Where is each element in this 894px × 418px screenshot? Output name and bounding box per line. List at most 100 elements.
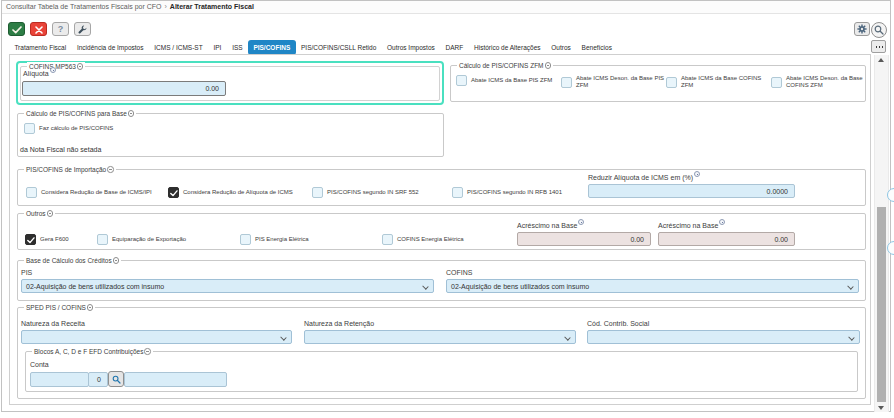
pis-cofins-in-srf-552-label: PIS/COFINS segundo IN SRF 552 bbox=[327, 189, 419, 196]
natureza-receita-select[interactable] bbox=[21, 330, 292, 344]
scroll-up-icon[interactable] bbox=[878, 58, 884, 62]
tab-darf[interactable]: DARF bbox=[440, 40, 468, 55]
tab-pis-cofins-csll-retido[interactable]: PIS/COFINS/CSLL Retido bbox=[296, 40, 382, 55]
equiparacao-exportacao-label: Equiparação de Exportação bbox=[112, 236, 186, 243]
field-help-icon[interactable] bbox=[694, 171, 700, 177]
help-button[interactable]: ? bbox=[52, 22, 69, 36]
pis-cofins-in-srf-552-checkbox[interactable] bbox=[312, 187, 323, 198]
close-icon bbox=[35, 20, 43, 38]
reducao-aliquota-icms-label: Considera Redução de Alíquota de ICMS bbox=[183, 189, 293, 196]
collapse-icon[interactable] bbox=[87, 304, 94, 311]
pis-energia-eletrica-label: PIS Energia Elétrica bbox=[255, 236, 309, 243]
group-zfm-title: Cálculo de PIS/COFINS ZFM bbox=[459, 61, 544, 70]
breadcrumb: Consultar Tabela de Tratamentos Fiscais … bbox=[2, 1, 890, 14]
scroll-down-icon[interactable] bbox=[878, 406, 884, 410]
chevron-down-icon bbox=[564, 334, 570, 340]
cofins-energia-eletrica-label: COFINS Energia Elétrica bbox=[397, 236, 464, 243]
creditos-cofins-label: COFINS bbox=[446, 269, 472, 277]
pis-cofins-in-rfb-1401-checkbox[interactable] bbox=[452, 187, 463, 198]
settings-button[interactable] bbox=[854, 22, 870, 36]
conta-search-button[interactable] bbox=[108, 371, 124, 387]
tab-pis-cofins[interactable]: PIS/COFINS bbox=[248, 40, 296, 55]
group-importacao-legend: PIS/COFINS de Importação bbox=[24, 165, 116, 174]
group-blocos-title: Blocos A, C, D e F EFD Contribuições bbox=[34, 347, 143, 356]
importacao-checkbox-row: PIS/COFINS segundo IN SRF 552 bbox=[312, 187, 419, 198]
aliquota-label: Alíquota bbox=[23, 70, 56, 78]
collapse-icon[interactable] bbox=[128, 110, 135, 117]
creditos-cofins-select[interactable]: 02-Aquisição de bens utilizados com insu… bbox=[446, 279, 859, 293]
confirm-button[interactable] bbox=[8, 22, 25, 36]
acrescimo-base-1-input[interactable]: 0.00 bbox=[517, 232, 651, 246]
abate-icms-base-pis-zfm-checkbox[interactable] bbox=[456, 75, 467, 86]
group-outros-legend: Outros bbox=[24, 209, 55, 218]
outros-checkbox-row: COFINS Energia Elétrica bbox=[382, 234, 464, 245]
tab-tratamento-fiscal[interactable]: Tratamento Fiscal bbox=[9, 40, 72, 55]
cancel-button[interactable] bbox=[30, 22, 47, 36]
more-tabs-button[interactable] bbox=[871, 40, 886, 53]
group-sped-legend: SPED PIS / COFINS bbox=[24, 303, 95, 312]
conta-input-2[interactable]: 0 bbox=[88, 372, 108, 387]
collapse-icon[interactable] bbox=[545, 62, 552, 69]
cod-contrib-social-label: Cód. Contrib. Social bbox=[587, 320, 649, 328]
group-sped-title: SPED PIS / COFINS bbox=[26, 303, 86, 312]
tab-bar: Tratamento Fiscal Incidência de Impostos… bbox=[9, 40, 617, 55]
cod-contrib-social-select[interactable] bbox=[587, 330, 860, 344]
field-help-icon[interactable] bbox=[719, 219, 725, 225]
outros-checkbox-row: Equiparação de Exportação bbox=[97, 234, 186, 245]
collapse-icon[interactable] bbox=[77, 63, 84, 70]
breadcrumb-root[interactable]: Consultar Tabela de Tratamentos Fiscais … bbox=[6, 3, 162, 10]
app-window: Consultar Tabela de Tratamentos Fiscais … bbox=[0, 0, 894, 418]
magnifier-icon bbox=[874, 21, 884, 39]
breadcrumb-current: Alterar Tratamento Fiscal bbox=[170, 3, 254, 10]
aliquota-input[interactable]: 0.00 bbox=[22, 81, 226, 96]
creditos-pis-select[interactable]: 02-Aquisição de bens utilizados com insu… bbox=[21, 279, 434, 293]
creditos-cofins-value: 02-Aquisição de bens utilizados com insu… bbox=[451, 283, 589, 290]
edge-handle-top[interactable] bbox=[887, 188, 894, 202]
conta-input-1[interactable] bbox=[30, 372, 89, 387]
field-help-icon[interactable] bbox=[50, 67, 56, 73]
tab-ipi[interactable]: IPI bbox=[208, 40, 227, 55]
cofins-energia-eletrica-checkbox[interactable] bbox=[382, 234, 393, 245]
collapse-icon[interactable] bbox=[113, 257, 120, 264]
abate-icms-deson-base-cofins-zfm-checkbox[interactable] bbox=[771, 77, 782, 88]
abate-icms-base-cofins-zfm-checkbox[interactable] bbox=[666, 77, 677, 88]
collapse-icon[interactable] bbox=[144, 348, 151, 355]
acrescimo-base-2-input[interactable]: 0.00 bbox=[658, 232, 795, 246]
edge-handle-bottom[interactable] bbox=[887, 241, 894, 255]
tab-iss[interactable]: ISS bbox=[227, 40, 248, 55]
tab-outros[interactable]: Outros bbox=[546, 40, 576, 55]
pis-energia-eletrica-checkbox[interactable] bbox=[240, 234, 251, 245]
field-help-icon[interactable] bbox=[578, 219, 584, 225]
acrescimo-base-1-label-text: Acréscimo na Base bbox=[517, 222, 577, 230]
tab-historico-de-alteracoes[interactable]: Histórico de Alterações bbox=[469, 40, 546, 55]
gera-f600-checkbox[interactable] bbox=[25, 234, 36, 245]
aliquota-label-text: Alíquota bbox=[23, 70, 49, 78]
wrench-icon bbox=[78, 20, 87, 38]
zfm-checkbox-row: Abate ICMS Deson. da Base COFINS ZFM bbox=[771, 75, 877, 89]
collapse-icon[interactable] bbox=[47, 210, 54, 217]
reduzir-aliquota-input[interactable]: 0.0000 bbox=[588, 184, 795, 198]
faz-calculo-checkbox[interactable] bbox=[24, 123, 35, 134]
tab-icms-icms-st[interactable]: ICMS / ICMS-ST bbox=[149, 40, 208, 55]
tab-beneficios[interactable]: Benefícios bbox=[576, 40, 617, 55]
faz-calculo-checkbox-row: Faz cálculo de PIS/COFINS bbox=[24, 123, 113, 134]
conta-input-3[interactable] bbox=[124, 372, 227, 387]
collapse-icon[interactable] bbox=[107, 166, 114, 173]
scrollbar-thumb[interactable] bbox=[877, 207, 886, 402]
reducao-base-icms-ipi-checkbox[interactable] bbox=[26, 187, 37, 198]
group-blocos-legend: Blocos A, C, D e F EFD Contribuições bbox=[32, 347, 153, 356]
outros-checkbox-row: PIS Energia Elétrica bbox=[240, 234, 309, 245]
search-button[interactable] bbox=[871, 22, 887, 38]
reducao-aliquota-icms-checkbox[interactable] bbox=[168, 187, 179, 198]
tab-incidencia-de-impostos[interactable]: Incidência de Impostos bbox=[72, 40, 149, 55]
chevron-down-icon bbox=[847, 283, 853, 289]
tools-button[interactable] bbox=[74, 22, 91, 36]
zfm-checkbox-row: Abate ICMS da Base COFINS ZFM bbox=[666, 75, 772, 89]
pis-cofins-in-rfb-1401-label: PIS/COFINS segundo IN RFB 1401 bbox=[467, 189, 562, 196]
natureza-retencao-select[interactable] bbox=[304, 330, 576, 344]
equiparacao-exportacao-checkbox[interactable] bbox=[97, 234, 108, 245]
abate-icms-deson-base-pis-zfm-checkbox[interactable] bbox=[561, 77, 572, 88]
tab-outros-impostos[interactable]: Outros Impostos bbox=[382, 40, 440, 55]
zfm-checkbox-row: Abate ICMS da Base PIS ZFM bbox=[456, 75, 562, 86]
group-calculo-base-legend: Cálculo de PIS/COFINS para Base bbox=[24, 109, 136, 118]
